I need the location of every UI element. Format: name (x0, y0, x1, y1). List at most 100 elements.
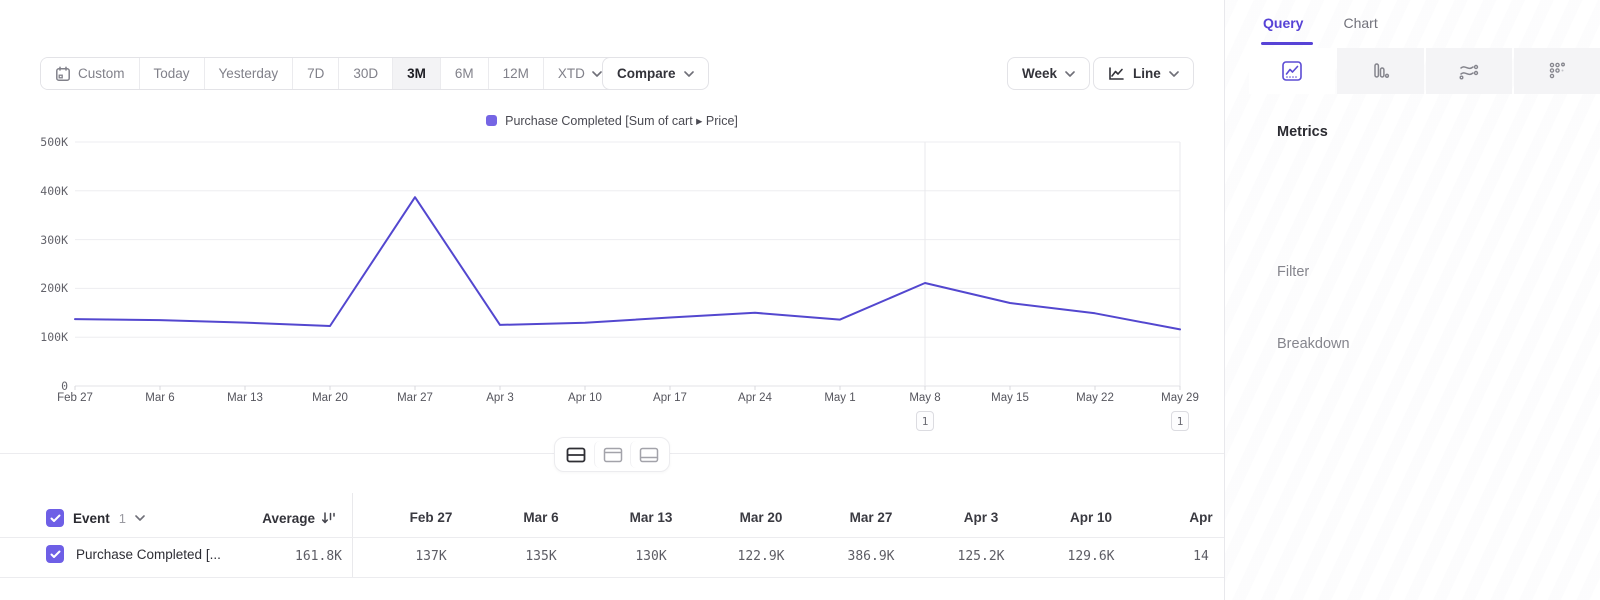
select-all-checkbox[interactable] (46, 509, 64, 527)
range-12m[interactable]: 12M (489, 58, 544, 89)
layout-toggle-group (554, 437, 670, 472)
table-column-header[interactable]: Mar 6 (486, 510, 596, 525)
granularity-label: Week (1022, 66, 1057, 81)
viz-retention-button[interactable] (1514, 48, 1600, 94)
y-tick-label: 400K (8, 184, 68, 198)
average-label: Average (262, 511, 315, 526)
main-chart-area: Custom Today Yesterday 7D 30D 3M 6M 12M XTD Comp… (0, 0, 1224, 600)
active-tab-underline (1261, 42, 1313, 45)
layout-table-only-button[interactable] (630, 441, 666, 468)
table-column-header[interactable]: Apr (1146, 510, 1224, 525)
bar-chart-icon (1369, 60, 1391, 82)
range-3m[interactable]: 3M (393, 58, 441, 89)
check-icon (50, 514, 61, 523)
viz-insights-button[interactable] (1249, 48, 1335, 94)
panel-tabs: Query Chart (1225, 0, 1600, 46)
table-bottom-divider (0, 577, 1224, 578)
breakdown-section-title: Breakdown (1277, 336, 1350, 352)
row-checkbox[interactable] (46, 545, 64, 563)
x-tick-label: Mar 20 (312, 392, 348, 404)
viz-bar-chart-button[interactable] (1337, 48, 1423, 94)
date-range-group: Custom Today Yesterday 7D 30D 3M 6M 12M XTD (40, 57, 617, 90)
table-column-header[interactable]: Feb 27 (376, 510, 486, 525)
table-column-header[interactable]: Mar 20 (706, 510, 816, 525)
chevron-down-icon (592, 71, 602, 77)
legend-swatch (486, 115, 497, 126)
chart-type-button[interactable]: Line (1093, 57, 1194, 90)
event-column-label[interactable]: Event (73, 511, 110, 526)
table-row[interactable]: Purchase Completed [... (46, 545, 221, 563)
table-column-header[interactable]: Apr 3 (926, 510, 1036, 525)
range-label: 6M (455, 66, 474, 81)
table-event-header: Event 1 (46, 503, 145, 533)
range-custom[interactable]: Custom (41, 58, 140, 89)
x-tick-label: Apr 3 (486, 392, 514, 404)
insights-report: Custom Today Yesterday 7D 30D 3M 6M 12M XTD Comp… (0, 0, 1600, 600)
visualization-selector (1249, 48, 1600, 94)
range-yesterday[interactable]: Yesterday (205, 58, 294, 89)
line-chart-plot[interactable] (75, 142, 1180, 386)
viz-flows-button[interactable] (1426, 48, 1512, 94)
range-label: Today (154, 66, 190, 81)
table-cell-value: 386.9K (816, 549, 926, 564)
compare-button[interactable]: Compare (602, 57, 709, 90)
chart-type-label: Line (1133, 66, 1161, 81)
layout-split-button[interactable] (558, 441, 594, 468)
x-tick-label: Mar 6 (145, 392, 174, 404)
table-header-divider (0, 537, 1224, 538)
chevron-down-icon (1065, 71, 1075, 77)
calendar-icon (55, 66, 71, 82)
x-tick-label: May 1 (824, 392, 855, 404)
metrics-section-title: Metrics (1277, 124, 1328, 140)
y-tick-label: 500K (8, 135, 68, 149)
table-cell-value: 137K (376, 549, 486, 564)
table-column-header[interactable]: Apr 10 (1036, 510, 1146, 525)
x-tick-label: May 8 (909, 392, 940, 404)
check-icon (50, 550, 61, 559)
table-column-divider (352, 493, 353, 577)
x-tick-label: Mar 27 (397, 392, 433, 404)
x-tick-label: Apr 24 (738, 392, 772, 404)
y-tick-label: 300K (8, 233, 68, 247)
average-column-header[interactable]: Average (232, 503, 336, 533)
x-tick-label: Mar 13 (227, 392, 263, 404)
legend-label: Purchase Completed [Sum of cart ▸ Price] (505, 113, 738, 128)
tab-chart[interactable]: Chart (1343, 15, 1377, 31)
range-label: 7D (307, 66, 324, 81)
range-label: Custom (78, 66, 125, 81)
layout-chart-only-button[interactable] (594, 441, 630, 468)
table-column-header[interactable]: Mar 27 (816, 510, 926, 525)
range-today[interactable]: Today (140, 58, 205, 89)
flows-icon (1457, 60, 1481, 82)
row-event-name: Purchase Completed [... (76, 547, 221, 562)
range-label: XTD (558, 66, 585, 81)
tab-query[interactable]: Query (1263, 15, 1303, 31)
annotation-badge[interactable]: 1 (916, 411, 934, 431)
granularity-button[interactable]: Week (1007, 57, 1090, 90)
range-7d[interactable]: 7D (293, 58, 339, 89)
annotation-badge[interactable]: 1 (1171, 411, 1189, 431)
y-tick-label: 100K (8, 330, 68, 344)
table-column-header[interactable]: Mar 13 (596, 510, 706, 525)
range-6m[interactable]: 6M (441, 58, 489, 89)
chevron-down-icon[interactable] (135, 515, 145, 521)
table-cell-value: 122.9K (706, 549, 816, 564)
layout-top-icon (603, 447, 623, 463)
table-cell-value: 129.6K (1036, 549, 1146, 564)
y-tick-label: 0 (8, 379, 68, 393)
event-count: 1 (119, 511, 126, 526)
x-tick-label: May 29 (1161, 392, 1199, 404)
x-tick-label: Apr 10 (568, 392, 602, 404)
line-chart-icon (1108, 66, 1125, 81)
row-average-value: 161.8K (232, 549, 342, 564)
table-cell-value: 125.2K (926, 549, 1036, 564)
table-cell-value: 135K (486, 549, 596, 564)
x-tick-label: May 22 (1076, 392, 1114, 404)
x-tick-label: Apr 17 (653, 392, 687, 404)
range-label: 3M (407, 66, 426, 81)
range-30d[interactable]: 30D (339, 58, 393, 89)
range-label: 12M (503, 66, 529, 81)
table-cell-value: 14 (1146, 549, 1224, 564)
insights-line-icon (1281, 60, 1303, 82)
chart-legend: Purchase Completed [Sum of cart ▸ Price] (0, 113, 1224, 128)
